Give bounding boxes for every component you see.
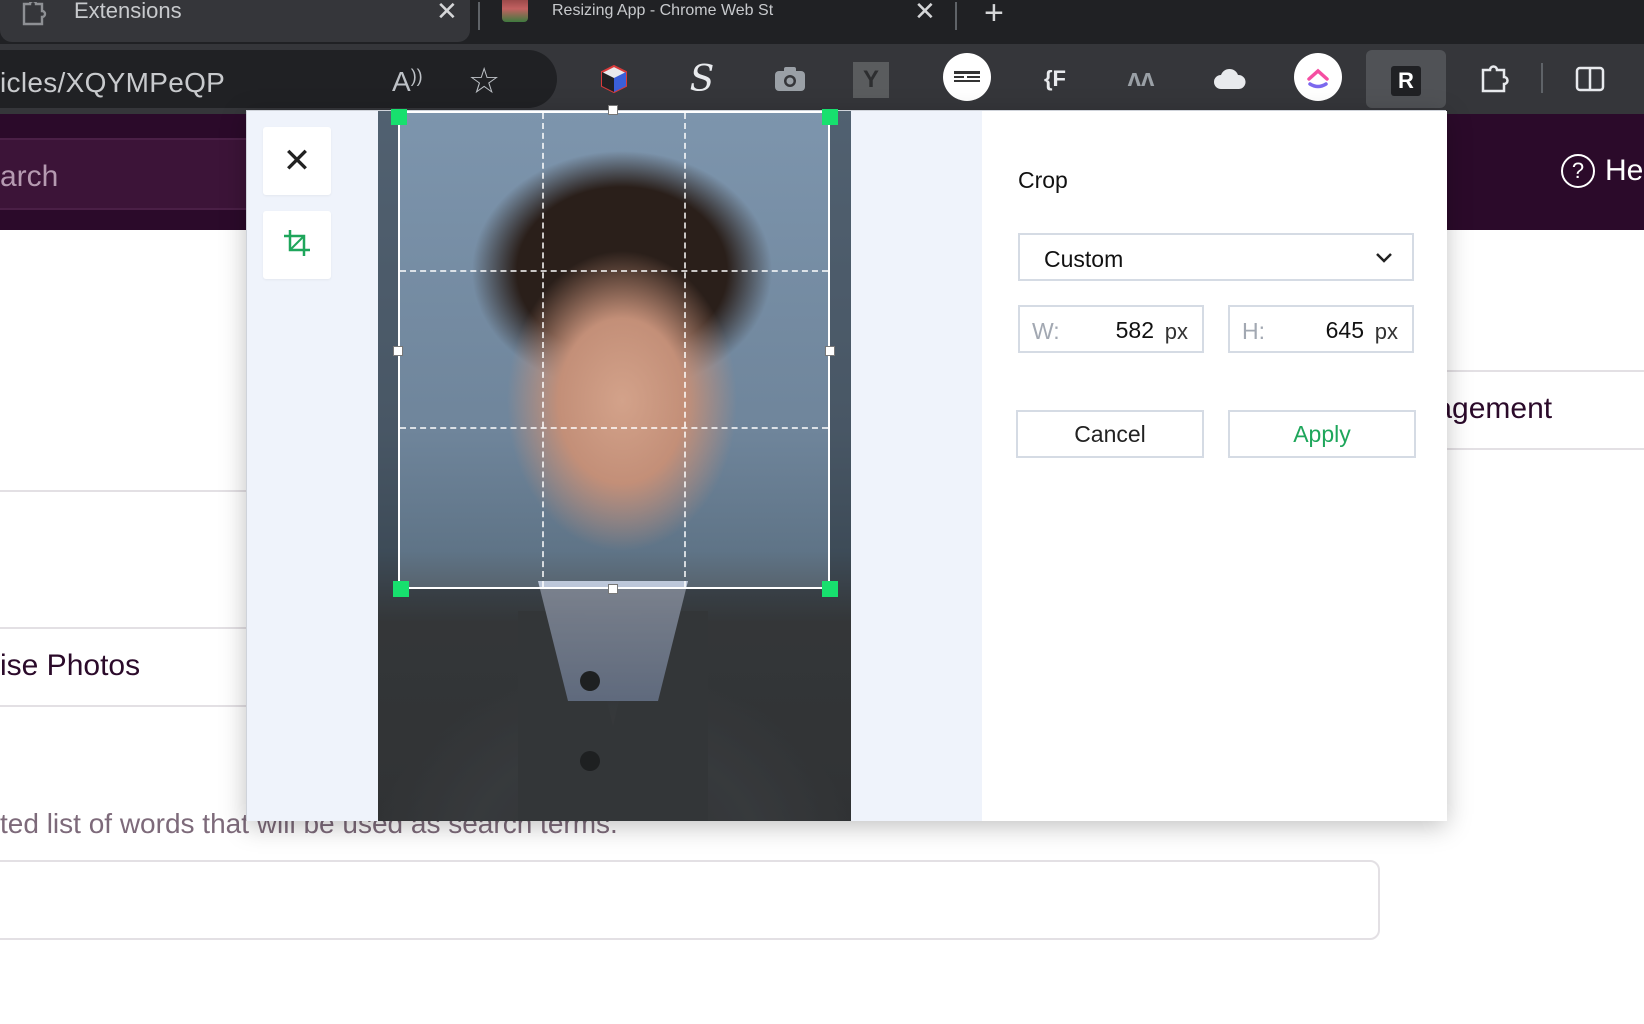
height-value: 645 [1325, 317, 1364, 343]
crop-settings-panel: Crop Custom W: 582 px H: 645 px Cancel A… [982, 111, 1447, 821]
crop-shade [378, 589, 851, 821]
dialog-tool-rail: ✕ [247, 111, 378, 821]
grid-line [542, 113, 544, 587]
r-icon[interactable]: R [1382, 57, 1430, 105]
close-icon[interactable]: ✕ [436, 0, 458, 24]
toolbar-divider [1541, 63, 1543, 93]
tab-extensions[interactable]: Extensions ✕ [0, 0, 470, 42]
help-label: Hel [1605, 154, 1644, 187]
crop-handle-bottom[interactable] [608, 584, 618, 594]
photos-label: ise Photos [0, 649, 141, 682]
clickup-icon[interactable] [1294, 53, 1342, 101]
new-tab-plus-icon[interactable]: + [984, 0, 1004, 30]
puzzle-icon [20, 0, 48, 33]
width-unit: px [1164, 319, 1188, 344]
aspect-preset-select[interactable]: Custom [1018, 233, 1414, 281]
cloud-icon[interactable] [1206, 55, 1254, 103]
tab-divider [478, 2, 480, 30]
crop-handle-left[interactable] [393, 346, 403, 356]
grid-line [684, 113, 686, 587]
crop-handle-top-left[interactable] [391, 109, 407, 125]
crop-box[interactable] [398, 111, 830, 589]
s-icon[interactable]: S [678, 55, 726, 103]
camera-icon[interactable] [766, 55, 814, 103]
divider [0, 490, 260, 492]
apply-button[interactable]: Apply [1228, 410, 1416, 458]
split-view-icon[interactable] [1566, 55, 1614, 103]
close-dialog-button[interactable]: ✕ [263, 127, 331, 195]
close-icon[interactable]: ✕ [914, 0, 936, 24]
height-label: H: [1242, 318, 1265, 344]
preset-value: Custom [1044, 246, 1124, 272]
crop-icon [282, 228, 312, 263]
f-bracket-icon[interactable]: {F [1031, 55, 1079, 103]
help-icon: ? [1561, 154, 1595, 188]
width-label: W: [1032, 318, 1060, 344]
crop-tool-button[interactable] [263, 211, 331, 279]
crop-handle-top-right[interactable] [822, 109, 838, 125]
y-icon[interactable]: Y [853, 62, 889, 98]
subtitles-icon[interactable] [943, 53, 991, 101]
help-link[interactable]: ? Hel [1561, 154, 1644, 188]
photos-card[interactable]: ise Photos [0, 627, 250, 707]
m-icon[interactable]: ʌʌ [1117, 55, 1165, 103]
browser-tab-bar: Extensions ✕ Resizing App - Chrome Web S… [0, 0, 1644, 44]
cube-icon[interactable] [590, 55, 638, 103]
crop-dialog: ✕ Crop Custom W: 582 px H: 645 px Cancel… [246, 105, 1447, 821]
bookmark-star-icon[interactable]: ☆ [468, 60, 500, 102]
crop-handle-bottom-right[interactable] [822, 581, 838, 597]
url-text: icles/XQYMPeQP [0, 67, 226, 98]
tab-divider [955, 2, 957, 30]
height-field[interactable]: H: 645 px [1228, 305, 1414, 353]
puzzle-icon[interactable] [1470, 55, 1518, 103]
close-icon: ✕ [282, 142, 312, 180]
grid-line [400, 427, 828, 429]
crop-handle-right[interactable] [825, 346, 835, 356]
width-value: 582 [1115, 317, 1154, 343]
height-unit: px [1374, 319, 1398, 344]
webstore-favicon [502, 0, 528, 22]
tab-title: Resizing App - Chrome Web St [552, 2, 774, 19]
width-field[interactable]: W: 582 px [1018, 305, 1204, 353]
portrait-photo [378, 111, 851, 821]
chevron-down-icon [1374, 243, 1394, 277]
address-bar[interactable]: icles/XQYMPeQP A)) ☆ [0, 50, 557, 108]
crop-handle-bottom-left[interactable] [393, 581, 409, 597]
crop-canvas [378, 105, 982, 821]
crop-title: Crop [1018, 167, 1068, 193]
grid-line [400, 270, 828, 272]
crop-handle-top[interactable] [608, 105, 618, 115]
read-aloud-icon[interactable]: A)) [392, 66, 423, 98]
tab-title: Extensions [74, 0, 182, 23]
search-placeholder: arch [0, 160, 59, 193]
cancel-button[interactable]: Cancel [1016, 410, 1204, 458]
keywords-input[interactable] [0, 860, 1380, 940]
